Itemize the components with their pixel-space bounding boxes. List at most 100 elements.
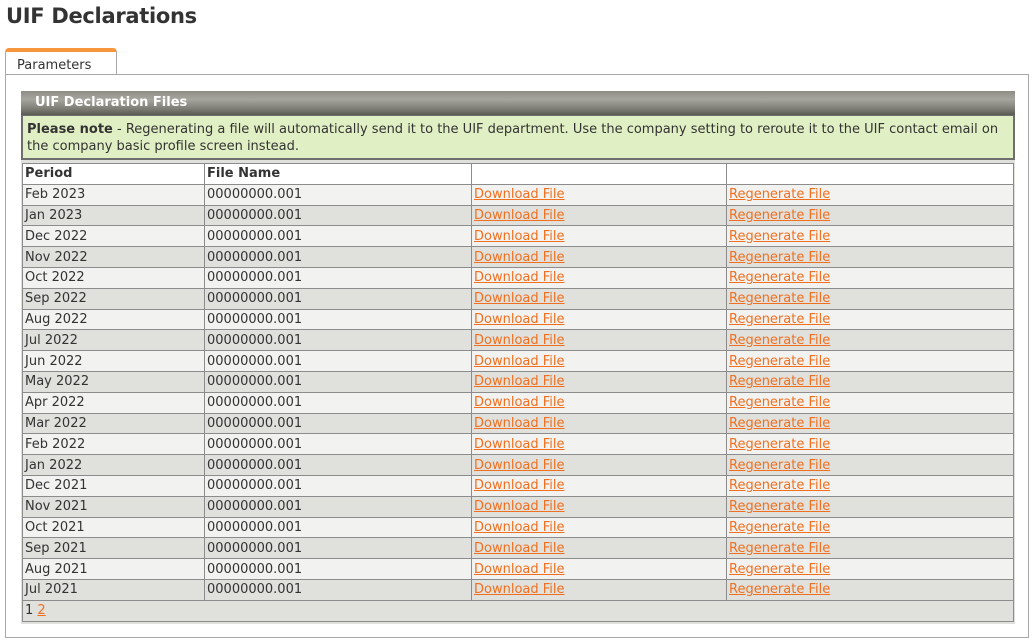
download-file-link[interactable]: Download File (474, 208, 565, 223)
period-cell: Jun 2022 (22, 350, 205, 372)
download-file-cell: Download File (471, 412, 727, 435)
regenerate-file-link[interactable]: Regenerate File (729, 312, 830, 327)
download-file-cell: Download File (471, 183, 727, 206)
regenerate-file-link[interactable]: Regenerate File (729, 250, 830, 265)
tab-panel: UIF Declaration Files Please note - Rege… (5, 74, 1029, 638)
period-cell: Oct 2022 (22, 266, 205, 289)
regenerate-file-link[interactable]: Regenerate File (729, 354, 830, 369)
period-cell: Sep 2022 (22, 287, 205, 310)
file-name: 00000000.001 (207, 374, 303, 390)
page-link-2[interactable]: 2 (37, 603, 45, 618)
regenerate-file-link[interactable]: Regenerate File (729, 416, 830, 431)
table-row: Jan 2022 00000000.001 Download File Regener… (22, 454, 1014, 476)
download-file-link[interactable]: Download File (474, 458, 565, 473)
note-message: Please note - Regenerating a file will a… (21, 115, 1015, 160)
download-file-link[interactable]: Download File (474, 416, 565, 431)
period: Oct 2021 (25, 519, 85, 535)
download-file-link[interactable]: Download File (474, 582, 565, 597)
download-file-link[interactable]: Download File (474, 291, 565, 306)
file-name: 00000000.001 (207, 478, 303, 494)
file-name: 00000000.001 (207, 519, 303, 535)
note-bold: Please note (27, 122, 113, 137)
tab-parameters[interactable]: Parameters (5, 48, 117, 74)
file-name-cell: 00000000.001 (204, 329, 472, 352)
regenerate-file-link[interactable]: Regenerate File (729, 478, 830, 493)
period-cell: Aug 2022 (22, 308, 205, 331)
regenerate-file-link[interactable]: Regenerate File (729, 208, 830, 223)
download-file-cell: Download File (471, 537, 727, 560)
period: Aug 2022 (25, 311, 88, 327)
download-file-link[interactable]: Download File (474, 374, 565, 389)
download-file-link[interactable]: Download File (474, 395, 565, 410)
regenerate-file-cell: Regenerate File (726, 204, 1014, 227)
file-name-cell: 00000000.001 (204, 391, 472, 414)
regenerate-file-link[interactable]: Regenerate File (729, 187, 830, 202)
period-cell: Mar 2022 (22, 412, 205, 435)
file-name-cell: 00000000.001 (204, 412, 472, 435)
file-name: 00000000.001 (207, 228, 303, 244)
regenerate-file-link[interactable]: Regenerate File (729, 582, 830, 597)
regenerate-file-cell: Regenerate File (726, 183, 1014, 206)
download-file-link[interactable]: Download File (474, 541, 565, 556)
regenerate-file-cell: Regenerate File (726, 454, 1014, 476)
period: Nov 2022 (25, 249, 88, 265)
period-cell: Nov 2021 (22, 495, 205, 518)
period: Jan 2022 (25, 457, 83, 473)
regenerate-file-link[interactable]: Regenerate File (729, 562, 830, 577)
regenerate-file-link[interactable]: Regenerate File (729, 437, 830, 452)
download-file-link[interactable]: Download File (474, 562, 565, 577)
file-name: 00000000.001 (207, 187, 303, 203)
download-file-link[interactable]: Download File (474, 187, 565, 202)
regenerate-file-cell: Regenerate File (726, 537, 1014, 560)
file-name: 00000000.001 (207, 291, 303, 307)
table-row: Jun 2022 00000000.001 Download File Regener… (22, 350, 1014, 372)
download-file-cell: Download File (471, 454, 727, 476)
regenerate-file-link[interactable]: Regenerate File (729, 270, 830, 285)
download-file-link[interactable]: Download File (474, 437, 565, 452)
regenerate-file-cell: Regenerate File (726, 370, 1014, 393)
file-name: 00000000.001 (207, 499, 303, 515)
regenerate-file-link[interactable]: Regenerate File (729, 291, 830, 306)
regenerate-file-link[interactable]: Regenerate File (729, 520, 830, 535)
regenerate-file-link[interactable]: Regenerate File (729, 541, 830, 556)
regenerate-file-cell: Regenerate File (726, 391, 1014, 414)
period: Apr 2022 (25, 395, 85, 411)
regenerate-file-link[interactable]: Regenerate File (729, 333, 830, 348)
column-header-regenerate (726, 163, 1014, 185)
file-name-cell: 00000000.001 (204, 474, 472, 497)
regenerate-file-cell: Regenerate File (726, 246, 1014, 268)
file-name: 00000000.001 (207, 540, 303, 556)
download-file-cell: Download File (471, 287, 727, 310)
regenerate-file-link[interactable]: Regenerate File (729, 374, 830, 389)
download-file-link[interactable]: Download File (474, 499, 565, 514)
table-row: Feb 2023 00000000.001 Download File Regener… (22, 183, 1014, 206)
download-file-cell: Download File (471, 246, 727, 268)
period: Dec 2021 (25, 478, 88, 494)
download-file-link[interactable]: Download File (474, 229, 565, 244)
table-row: Nov 2022 00000000.001 Download File Regener… (22, 246, 1014, 268)
file-name: 00000000.001 (207, 415, 303, 431)
download-file-link[interactable]: Download File (474, 478, 565, 493)
file-name: 00000000.001 (207, 582, 303, 598)
regenerate-file-link[interactable]: Regenerate File (729, 499, 830, 514)
file-name-cell: 00000000.001 (204, 495, 472, 518)
table-row: Dec 2021 00000000.001 Download File Regener… (22, 474, 1014, 497)
download-file-link[interactable]: Download File (474, 520, 565, 535)
download-file-link[interactable]: Download File (474, 354, 565, 369)
regenerate-file-link[interactable]: Regenerate File (729, 458, 830, 473)
regenerate-file-link[interactable]: Regenerate File (729, 229, 830, 244)
regenerate-file-link[interactable]: Regenerate File (729, 395, 830, 410)
download-file-link[interactable]: Download File (474, 270, 565, 285)
period: Nov 2021 (25, 499, 88, 515)
download-file-cell: Download File (471, 433, 727, 456)
table-header-row: Period File Name (22, 163, 1014, 185)
download-file-link[interactable]: Download File (474, 312, 565, 327)
file-name-cell: 00000000.001 (204, 183, 472, 206)
download-file-link[interactable]: Download File (474, 333, 565, 348)
table-row: Aug 2022 00000000.001 Download File Regener… (22, 308, 1014, 331)
download-file-link[interactable]: Download File (474, 250, 565, 265)
note-text: - Regenerating a file will automatically… (27, 122, 999, 154)
download-file-cell: Download File (471, 578, 727, 601)
file-name-cell: 00000000.001 (204, 516, 472, 539)
file-name-cell: 00000000.001 (204, 350, 472, 372)
